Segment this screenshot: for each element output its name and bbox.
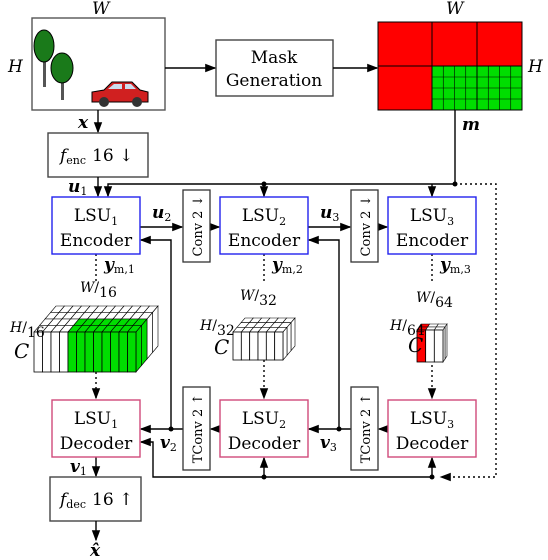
lsu-role: Encoder [60, 231, 133, 251]
lsu-role: Decoder [396, 434, 469, 454]
mask-generation-label: Mask [251, 48, 298, 68]
latent-tensor-1 [33, 305, 159, 373]
conv-box-label: Conv 2 ↓ [359, 196, 374, 257]
mask-height-label: H [527, 57, 544, 77]
width-label: W [92, 0, 111, 19]
tconv-box: TConv 2 ↑ [182, 386, 211, 471]
car-icon [91, 81, 149, 107]
f-dec-label: fdec 16 ↑ [58, 490, 133, 511]
latent-width-label: W/16 [80, 280, 117, 301]
conv-box: Conv 2 ↓ [182, 189, 211, 263]
output-signal-label: x̂ [89, 541, 101, 560]
lsu-role: Decoder [60, 434, 133, 454]
u1-label: u1 [68, 177, 87, 198]
latent-channel-label: C [14, 339, 29, 363]
u2-label: u2 [152, 203, 171, 224]
input-signal-label: x [77, 113, 89, 133]
lsu-role: Encoder [396, 231, 469, 251]
conv-box-label: Conv 2 ↓ [191, 196, 206, 257]
latent-height-label: H/16 [9, 320, 45, 341]
tconv-box-label: TConv 2 ↑ [191, 394, 206, 464]
lsu-3-decoder: LSU3Decoder [387, 399, 477, 458]
latent-width-label: W/32 [240, 288, 277, 309]
tree-icon [33, 29, 74, 100]
latent-tensor-2 [232, 317, 296, 361]
lsu-role: Encoder [228, 231, 301, 251]
v2-label: v2 [160, 433, 177, 454]
v1-label: v1 [70, 457, 87, 478]
f-enc-label: fenc 16 ↓ [58, 146, 133, 167]
mask-grid [377, 21, 523, 111]
ym2-label: ym,2 [271, 255, 303, 276]
latent-width-label: W/64 [416, 290, 453, 311]
lsu-2-decoder: LSU2Decoder [219, 399, 309, 458]
mask-generation-label: Generation [226, 71, 322, 91]
lsu-1-encoder: LSU1Encoder [51, 196, 141, 255]
lsu-3-encoder: LSU3Encoder [387, 196, 477, 255]
ym1-label: ym,1 [103, 255, 135, 276]
tconv-box-label: TConv 2 ↑ [359, 394, 374, 464]
height-label: H [7, 57, 24, 77]
conv-box: Conv 2 ↓ [350, 189, 379, 263]
u3-label: u3 [320, 203, 339, 224]
v3-label: v3 [320, 433, 337, 454]
lsu-architecture-diagram: LSU1Encoder LSU1Decoder LSU2Encoder LSU2Dec… [7, 0, 544, 560]
mask-signal-label: m [462, 115, 480, 135]
mask-width-label: W [446, 0, 465, 19]
latent-channel-label: C [214, 335, 229, 359]
lsu-1-decoder: LSU1Decoder [51, 399, 141, 458]
lsu-role: Decoder [228, 434, 301, 454]
latent-channel-label: C [408, 333, 423, 357]
lsu-2-encoder: LSU2Encoder [219, 196, 309, 255]
tconv-box: TConv 2 ↑ [350, 386, 379, 471]
ym3-label: ym,3 [439, 255, 471, 276]
